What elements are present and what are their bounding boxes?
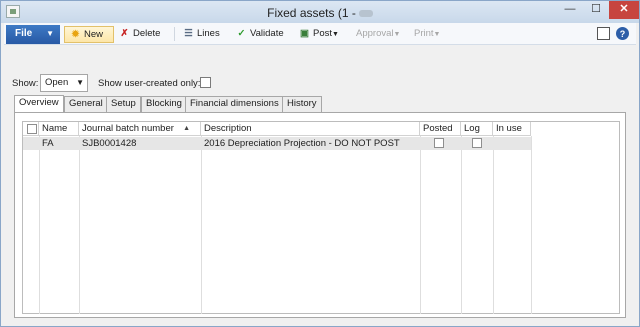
lines-label: Lines xyxy=(197,28,220,39)
user-created-checkbox[interactable] xyxy=(200,77,211,88)
column-header-label: Journal batch number xyxy=(82,123,174,134)
column-header-posted[interactable]: Posted xyxy=(420,122,461,136)
chevron-down-icon: ▼ xyxy=(76,78,84,87)
x-icon: ✗ xyxy=(120,28,129,39)
column-header-log[interactable]: Log xyxy=(461,122,493,136)
select-all-header xyxy=(23,122,39,136)
post-icon: ▣ xyxy=(300,28,309,39)
new-label: New xyxy=(84,29,104,40)
help-icon[interactable]: ? xyxy=(616,27,629,40)
maximize-button[interactable]: ☐ xyxy=(583,1,609,19)
window-title-text: Fixed assets (1 - xyxy=(267,6,356,20)
chevron-down-icon: ▼ xyxy=(433,31,441,38)
column-divider xyxy=(79,136,80,314)
show-filter-value: Open xyxy=(45,77,69,88)
posted-checkbox[interactable] xyxy=(434,138,444,148)
approval-button[interactable]: Approval▼ xyxy=(356,26,400,43)
sun-icon: ✹ xyxy=(71,29,80,40)
column-divider xyxy=(420,136,421,314)
column-divider xyxy=(461,136,462,314)
validate-label: Validate xyxy=(250,28,284,39)
print-button[interactable]: Print▼ xyxy=(414,26,440,43)
sort-ascending-icon: ▲ xyxy=(183,125,190,132)
file-menu-label: File xyxy=(15,28,33,39)
chevron-down-icon: ▼ xyxy=(332,31,339,38)
cell-description: 2016 Depreciation Projection - DO NOT PO… xyxy=(204,138,400,149)
validate-button[interactable]: ✓ Validate xyxy=(235,26,284,43)
show-filter-label: Show: xyxy=(12,78,39,89)
title-bar[interactable]: Fixed assets (1 - — ☐ ✕ xyxy=(1,1,639,23)
post-label: Post xyxy=(313,28,333,39)
column-header-description[interactable]: Description xyxy=(201,122,420,136)
column-header-journal-batch-number[interactable]: Journal batch number ▲ xyxy=(79,122,201,136)
column-header-name[interactable]: Name xyxy=(39,122,79,136)
log-checkbox[interactable] xyxy=(472,138,482,148)
fixed-assets-window: Fixed assets (1 - — ☐ ✕ File ▼ ✹ New ✗ Del… xyxy=(0,0,640,327)
window-title: Fixed assets (1 - xyxy=(1,6,639,20)
view-icon[interactable] xyxy=(597,27,610,40)
select-all-checkbox[interactable] xyxy=(27,124,37,134)
show-filter-select[interactable]: Open ▼ xyxy=(40,74,88,92)
checkmark-icon: ✓ xyxy=(237,28,246,39)
user-created-label: Show user-created only: xyxy=(98,78,201,89)
action-pane: File ▼ ✹ New ✗ Delete ☰ Lines ✓ Validate ▣ Po… xyxy=(4,23,636,45)
cell-name: FA xyxy=(42,138,54,149)
file-menu-button[interactable]: File ▼ xyxy=(6,25,60,44)
tab-general[interactable]: General xyxy=(64,96,108,112)
tab-blocking[interactable]: Blocking xyxy=(141,96,187,112)
lines-icon: ☰ xyxy=(184,28,193,39)
delete-label: Delete xyxy=(133,28,161,39)
redacted-text xyxy=(358,10,373,18)
cell-in-use xyxy=(493,137,496,150)
toolbar-separator xyxy=(174,27,175,41)
tab-overview[interactable]: Overview xyxy=(14,95,64,112)
new-button[interactable]: ✹ New xyxy=(64,26,114,43)
column-header-in-use[interactable]: In use xyxy=(493,122,531,136)
lines-button[interactable]: ☰ Lines xyxy=(182,26,220,43)
column-divider xyxy=(493,136,494,314)
tab-setup[interactable]: Setup xyxy=(106,96,141,112)
overview-panel: Name Journal batch number ▲ Description … xyxy=(14,112,626,318)
column-divider xyxy=(531,136,532,314)
tab-financial-dimensions[interactable]: Financial dimensions xyxy=(185,96,284,112)
chevron-down-icon: ▼ xyxy=(393,31,401,38)
delete-button[interactable]: ✗ Delete xyxy=(118,26,161,43)
close-button[interactable]: ✕ xyxy=(609,1,639,19)
cell-journal-batch-number: SJB0001428 xyxy=(82,138,137,149)
post-button[interactable]: ▣ Post▼ xyxy=(298,26,339,43)
print-label: Print xyxy=(414,28,434,39)
approval-label: Approval xyxy=(356,28,394,39)
column-divider xyxy=(39,136,40,314)
tab-history[interactable]: History xyxy=(282,96,322,112)
journals-grid[interactable]: Name Journal batch number ▲ Description … xyxy=(22,121,620,314)
column-divider xyxy=(201,136,202,314)
chevron-down-icon: ▼ xyxy=(46,29,54,38)
minimize-button[interactable]: — xyxy=(557,1,583,19)
table-row[interactable]: FA SJB0001428 2016 Depreciation Projecti… xyxy=(23,137,531,150)
